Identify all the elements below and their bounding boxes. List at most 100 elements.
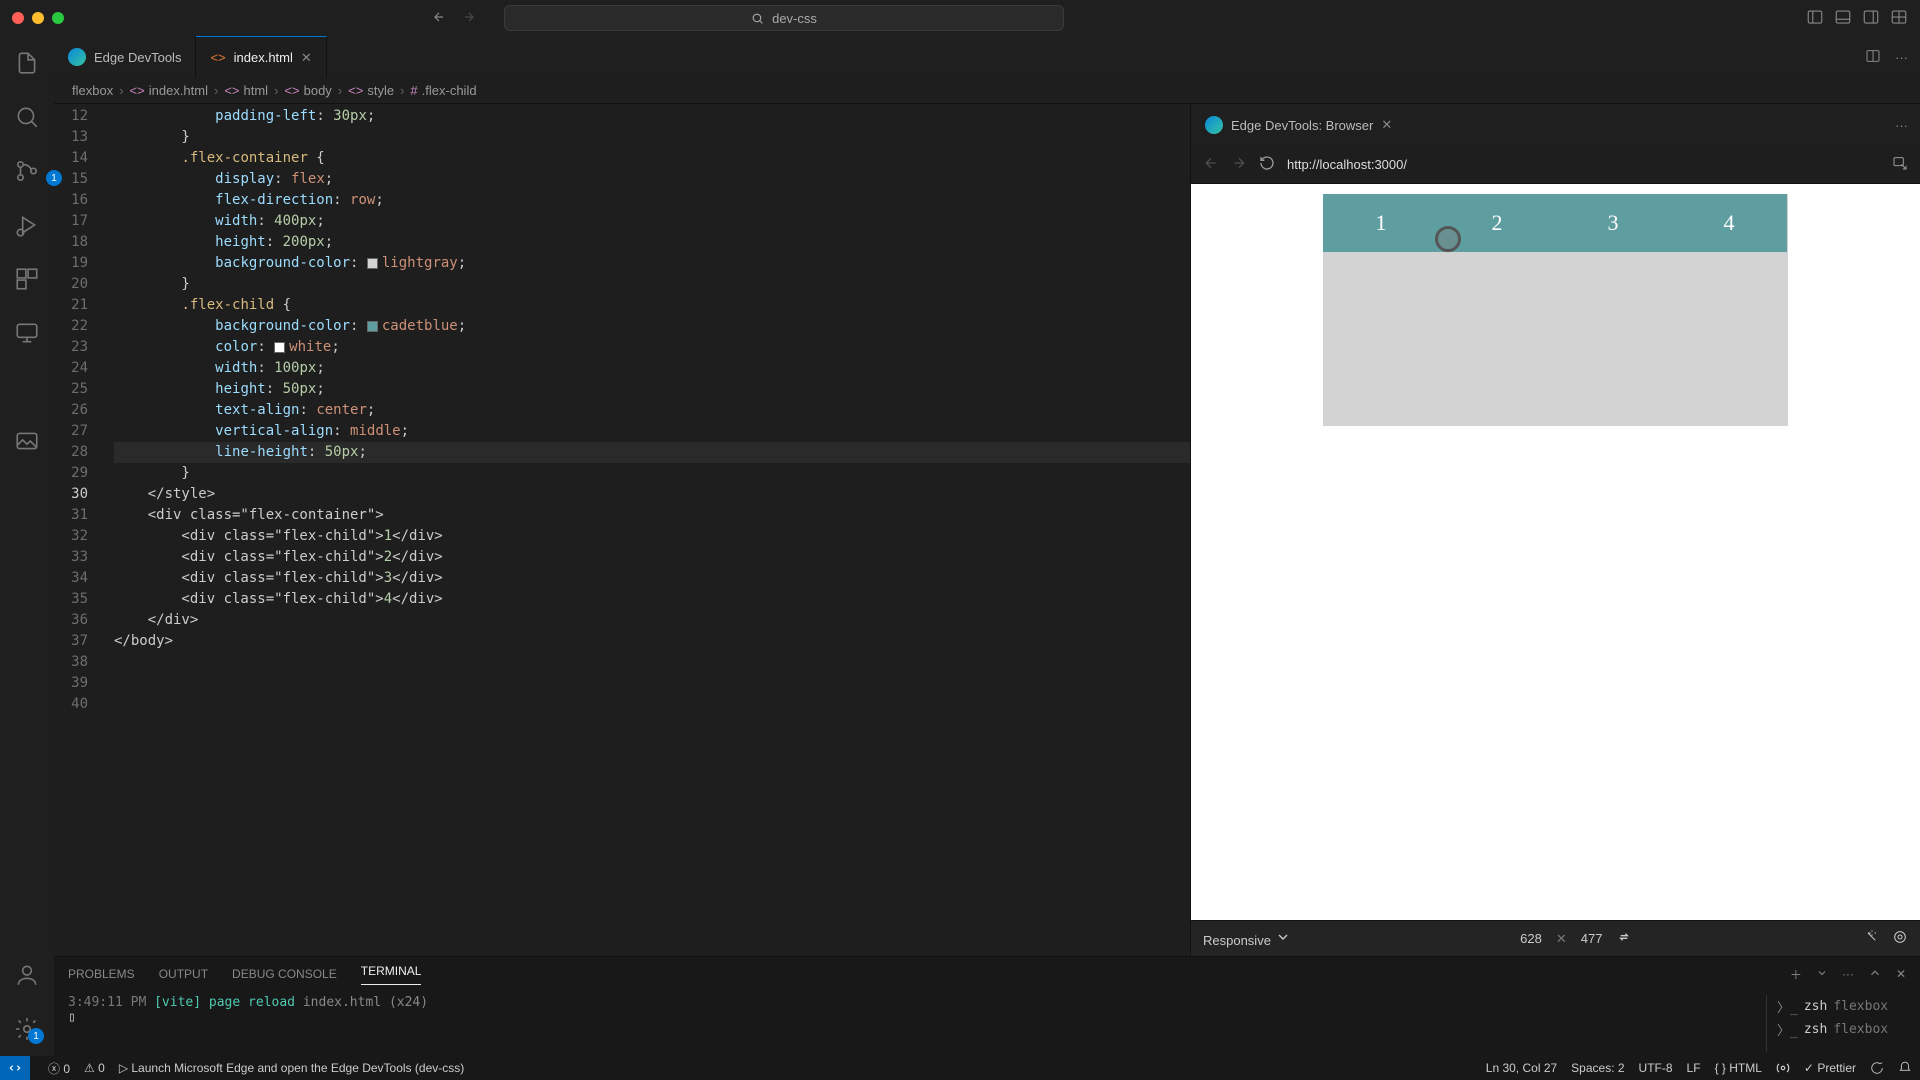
chevron-down-icon: [1275, 929, 1291, 945]
radio-icon[interactable]: [1776, 1061, 1790, 1076]
panel-tabs: PROBLEMS OUTPUT DEBUG CONSOLE TERMINAL ＋ ··…: [54, 957, 1920, 991]
layout-grid-icon[interactable]: [1890, 8, 1908, 29]
terminal-output[interactable]: 3:49:11 PM [vite] page reload index.html…: [68, 995, 1766, 1052]
terminal-list: 〉_zsh flexbox〉_zsh flexbox: [1766, 995, 1906, 1052]
gear-icon[interactable]: 1: [14, 1016, 40, 1042]
device-mode[interactable]: Responsive: [1203, 929, 1291, 948]
terminal-icon: 〉_: [1777, 997, 1798, 1016]
layout-right-icon[interactable]: [1862, 8, 1880, 29]
tab-label: index.html: [234, 50, 293, 65]
panel-tab-output[interactable]: OUTPUT: [159, 967, 208, 981]
prettier-status[interactable]: ✓ Prettier: [1804, 1061, 1856, 1075]
nav-back-icon[interactable]: [432, 10, 446, 27]
breadcrumb-item[interactable]: <>index.html: [130, 83, 208, 98]
more-actions-icon[interactable]: ···: [1895, 50, 1908, 65]
close-tab-icon[interactable]: ✕: [301, 50, 312, 66]
cursor-position[interactable]: Ln 30, Col 27: [1486, 1061, 1557, 1075]
close-tab-icon[interactable]: ✕: [1381, 117, 1392, 133]
indentation[interactable]: Spaces: 2: [1571, 1061, 1624, 1075]
warnings-count[interactable]: ⚠ 0: [84, 1061, 105, 1075]
titlebar: dev-css: [0, 0, 1920, 36]
address-bar[interactable]: http://localhost:3000/: [1287, 157, 1407, 172]
image-icon[interactable]: [14, 428, 40, 454]
breadcrumb-item[interactable]: <>body: [284, 83, 331, 98]
split-editor-icon[interactable]: [1865, 48, 1881, 67]
line-gutter: 1213141516171819202122232425262728293031…: [54, 104, 106, 956]
flex-child: 3: [1555, 194, 1671, 252]
encoding[interactable]: UTF-8: [1639, 1061, 1673, 1075]
inspect-icon[interactable]: [1892, 155, 1908, 174]
more-icon[interactable]: ···: [1842, 967, 1854, 981]
bottom-panel: PROBLEMS OUTPUT DEBUG CONSOLE TERMINAL ＋ ··…: [54, 956, 1920, 1056]
tab-bar: Edge DevTools <> index.html ✕ ···: [54, 36, 1920, 78]
activity-bar: 1 1: [0, 36, 54, 1056]
close-window[interactable]: [12, 12, 24, 24]
remote-indicator[interactable]: [0, 1056, 30, 1080]
editor-group-left: Edge DevTools<>index.html✕ ··· flexbox›<…: [54, 36, 1920, 1056]
language-mode[interactable]: { } HTML: [1715, 1061, 1762, 1075]
zoom-window[interactable]: [52, 12, 64, 24]
breadcrumb-item[interactable]: flexbox: [72, 83, 113, 98]
debug-icon[interactable]: [14, 212, 40, 238]
reload-icon[interactable]: [1259, 155, 1275, 174]
flex-container-preview: 1234: [1323, 194, 1788, 426]
breadcrumb-item[interactable]: <>html: [224, 83, 268, 98]
feedback-icon[interactable]: [1870, 1061, 1884, 1076]
code-content[interactable]: padding-left: 30px; } .flex-container { …: [106, 104, 1190, 956]
maximize-panel-icon[interactable]: [1868, 966, 1882, 983]
source-control-icon[interactable]: 1: [14, 158, 40, 184]
target-icon[interactable]: [1892, 929, 1908, 948]
dimension-x-icon: ✕: [1556, 931, 1567, 947]
terminal-entry[interactable]: 〉_zsh flexbox: [1777, 1018, 1906, 1041]
editor-group-right: Edge DevTools: Browser ✕ ··· http://local…: [1190, 104, 1920, 956]
new-terminal-icon[interactable]: ＋: [1790, 966, 1802, 983]
device-toolbar: Responsive 628 ✕ 477: [1191, 920, 1920, 956]
tab-index-html[interactable]: <> index.html ✕: [196, 36, 326, 78]
search-sidebar-icon[interactable]: [14, 104, 40, 130]
breadcrumb-item[interactable]: #.flex-child: [410, 83, 476, 98]
browser-forward-icon[interactable]: [1231, 155, 1247, 174]
explorer-icon[interactable]: [14, 50, 40, 76]
browser-back-icon[interactable]: [1203, 155, 1219, 174]
panel-tab-terminal[interactable]: TERMINAL: [361, 964, 422, 985]
flex-child: 1: [1323, 194, 1439, 252]
close-panel-icon[interactable]: ✕: [1896, 967, 1906, 981]
command-center[interactable]: dev-css: [504, 5, 1064, 31]
panel-tab-problems[interactable]: PROBLEMS: [68, 967, 135, 981]
scm-badge: 1: [46, 170, 62, 186]
search-text: dev-css: [772, 11, 817, 26]
edge-tools-icon[interactable]: [14, 374, 40, 400]
wand-icon[interactable]: [1862, 929, 1878, 948]
settings-badge: 1: [28, 1028, 44, 1044]
search-icon: [751, 12, 764, 25]
extensions-icon[interactable]: [14, 266, 40, 292]
layout-bottom-icon[interactable]: [1834, 8, 1852, 29]
errors-count[interactable]: ⓧ 0: [48, 1060, 70, 1077]
terminal-entry[interactable]: 〉_zsh flexbox: [1777, 995, 1906, 1018]
breadcrumb-item[interactable]: <>style: [348, 83, 394, 98]
nav-forward-icon[interactable]: [462, 10, 476, 27]
viewport-height[interactable]: 477: [1581, 931, 1603, 946]
html-file-icon: <>: [210, 50, 225, 65]
tab-edge-devtools-browser[interactable]: Edge DevTools: Browser ✕: [1191, 116, 1406, 134]
minimize-window[interactable]: [32, 12, 44, 24]
layout-left-icon[interactable]: [1806, 8, 1824, 29]
remote-explorer-icon[interactable]: [14, 320, 40, 346]
terminal-icon: 〉_: [1777, 1020, 1798, 1039]
launch-task[interactable]: ▷ Launch Microsoft Edge and open the Edg…: [119, 1061, 464, 1075]
eol[interactable]: LF: [1687, 1061, 1701, 1075]
account-icon[interactable]: [14, 962, 40, 988]
tab-label: Edge DevTools: [94, 50, 181, 65]
tab-edge-devtools[interactable]: Edge DevTools: [54, 36, 196, 78]
tab-label: Edge DevTools: Browser: [1231, 118, 1373, 133]
terminal-dropdown-icon[interactable]: [1816, 967, 1828, 982]
swap-dims-icon[interactable]: [1616, 929, 1632, 948]
touch-cursor-icon: [1435, 226, 1461, 252]
more-actions-icon[interactable]: ···: [1895, 118, 1908, 133]
code-editor[interactable]: 1213141516171819202122232425262728293031…: [54, 104, 1190, 956]
panel-tab-debug-console[interactable]: DEBUG CONSOLE: [232, 967, 337, 981]
bell-icon[interactable]: [1898, 1061, 1912, 1076]
viewport-width[interactable]: 628: [1520, 931, 1542, 946]
breadcrumb[interactable]: flexbox›<>index.html›<>html›<>body›<>sty…: [54, 78, 1920, 104]
preview-viewport[interactable]: 1234: [1191, 184, 1920, 920]
